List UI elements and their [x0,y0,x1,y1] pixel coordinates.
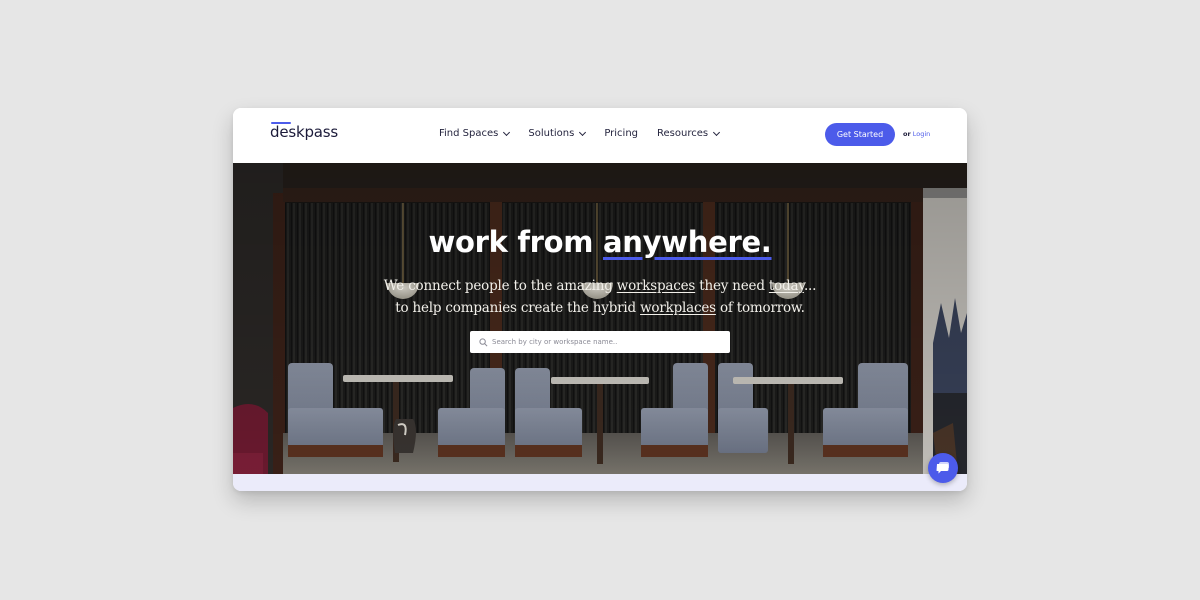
nav-pricing[interactable]: Pricing [604,128,638,139]
nav-label: Pricing [604,128,639,139]
hero-title-plain: work from [428,225,604,259]
subtitle-text: they need [695,278,769,294]
nav-label: Resources [657,128,709,139]
workplaces-link[interactable]: workplaces [640,300,716,316]
chevron-down-icon [579,128,587,136]
today-underlined: today [768,278,804,294]
nav-solutions[interactable]: Solutions [528,128,587,139]
search-input[interactable] [492,338,722,346]
navbar: deskpass Find Spaces Solutions Pricing R… [233,108,967,163]
hero-bottom-strip [233,474,967,491]
hero-section: work from anywhere. We connect people to… [233,163,967,474]
chevron-down-icon [503,128,511,136]
search-icon [479,337,488,346]
logo-text: deskpass [270,123,338,141]
hero-title-accent: anywhere. [603,225,772,259]
login-area: or Login [903,130,930,138]
main-nav: Find Spaces Solutions Pricing Resources [439,128,738,139]
hero-title: work from anywhere. [233,225,967,259]
workspaces-link[interactable]: workspaces [617,278,696,294]
chat-widget-button[interactable] [928,453,958,483]
login-prefix: or [903,130,911,138]
subtitle-text: to help companies create the hybrid [395,300,641,316]
get-started-button[interactable]: Get Started [825,123,895,146]
logo-accent-bar [271,122,291,124]
search-bar[interactable] [470,331,730,353]
nav-label: Solutions [528,128,575,139]
chat-icon [936,462,949,474]
nav-resources[interactable]: Resources [657,128,721,139]
browser-window: deskpass Find Spaces Solutions Pricing R… [233,108,967,491]
login-link[interactable]: Login [913,130,931,138]
chevron-down-icon [713,128,721,136]
deskpass-logo[interactable]: deskpass [270,122,338,141]
subtitle-text: We connect people to the amazing [383,278,617,294]
subtitle-text: ... [803,278,817,294]
subtitle-text: of tomorrow. [715,300,805,316]
hero-subtitle: We connect people to the amazing workspa… [233,275,967,319]
nav-find-spaces[interactable]: Find Spaces [439,128,511,139]
nav-label: Find Spaces [439,128,499,139]
